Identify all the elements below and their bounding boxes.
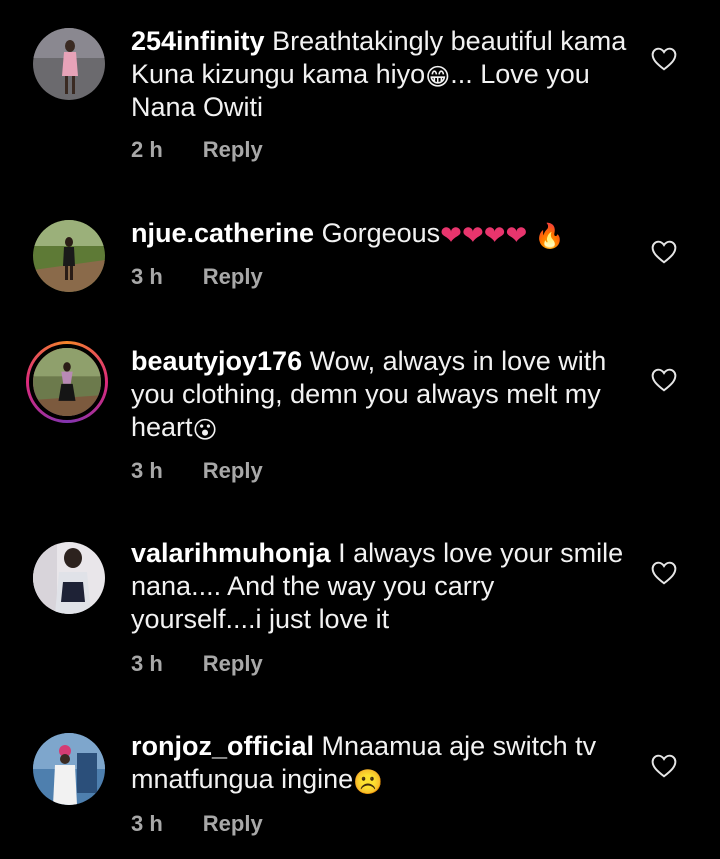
avatar[interactable] — [33, 220, 105, 292]
comment-meta: 3 h Reply — [131, 811, 263, 837]
heart-outline-icon[interactable] — [651, 561, 677, 585]
comment-username[interactable]: 254infinity — [131, 26, 265, 56]
fire-emoji-icon: 🔥 — [534, 223, 565, 250]
reply-button[interactable]: Reply — [203, 458, 263, 484]
avatar — [29, 344, 105, 420]
comment-time: 3 h — [131, 458, 163, 483]
comment-username[interactable]: njue.catherine — [131, 218, 314, 248]
avatar-story-ring[interactable] — [26, 341, 108, 423]
comment-time: 3 h — [131, 811, 163, 836]
surprised-emoji-icon: 😮 — [192, 417, 218, 444]
avatar[interactable] — [33, 733, 105, 805]
comment-username[interactable]: valarihmuhonja — [131, 538, 331, 568]
reply-button[interactable]: Reply — [203, 137, 263, 163]
comment-text: beautyjoy176 Wow, always in love with yo… — [131, 345, 631, 444]
comment-time: 3 h — [131, 264, 163, 289]
comment-text: 254infinity Breathtakingly beautiful kam… — [131, 25, 631, 124]
comment-body: Gorgeous — [321, 218, 441, 248]
comment-meta: 3 h Reply — [131, 458, 263, 484]
avatar[interactable] — [33, 542, 105, 614]
heart-outline-icon[interactable] — [651, 368, 677, 392]
comment-username[interactable]: ronjoz_official — [131, 731, 314, 761]
heart-outline-icon[interactable] — [651, 240, 677, 264]
comment-time: 3 h — [131, 651, 163, 676]
reply-button[interactable]: Reply — [203, 264, 263, 290]
comment-meta: 3 h Reply — [131, 264, 263, 290]
comment-meta: 3 h Reply — [131, 651, 263, 677]
comment-text: valarihmuhonja I always love your smile … — [131, 537, 631, 636]
reply-button[interactable]: Reply — [203, 811, 263, 837]
reply-button[interactable]: Reply — [203, 651, 263, 677]
heart-outline-icon[interactable] — [651, 754, 677, 778]
comment-text: njue.catherine Gorgeous❤❤❤❤ 🔥 — [131, 217, 631, 250]
heart-outline-icon[interactable] — [651, 47, 677, 71]
avatar[interactable] — [33, 28, 105, 100]
pink-heart-emoji-icon: ❤❤❤❤ — [440, 220, 528, 250]
grin-emoji-icon: 😁 — [425, 64, 451, 91]
frown-emoji-icon: ☹️ — [353, 769, 384, 796]
comment-username[interactable]: beautyjoy176 — [131, 346, 302, 376]
comment-text: ronjoz_official Mnaamua aje switch tv mn… — [131, 730, 631, 796]
comment-meta: 2 h Reply — [131, 137, 263, 163]
comment-time: 2 h — [131, 137, 163, 162]
